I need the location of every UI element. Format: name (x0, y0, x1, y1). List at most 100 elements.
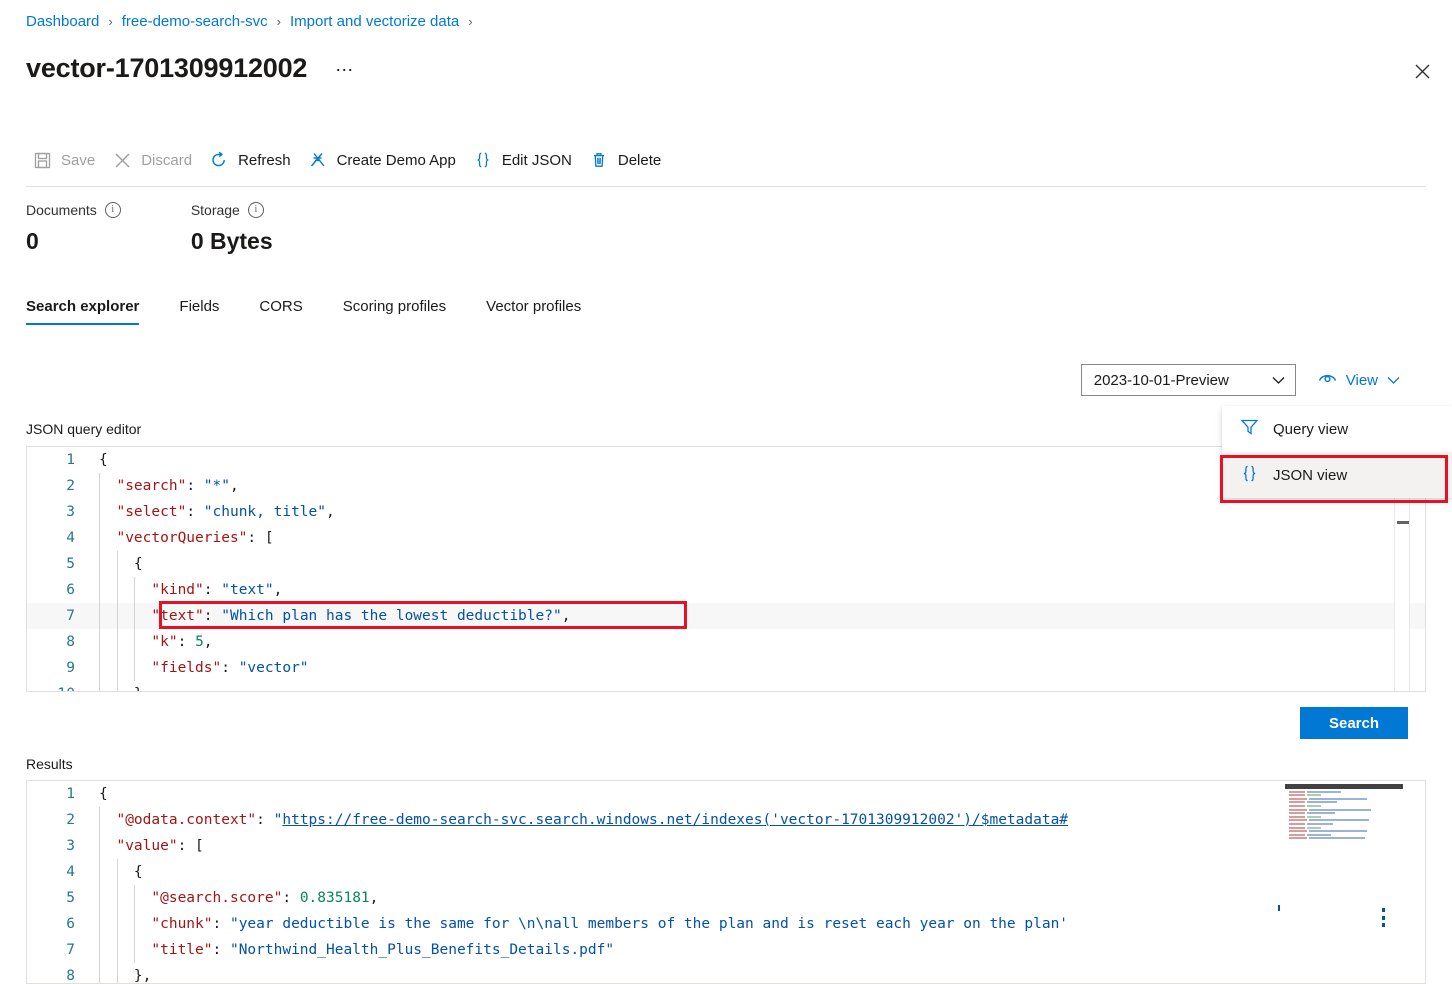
indent-guide (99, 655, 100, 681)
menu-item-query-view[interactable]: Query view (1222, 406, 1452, 452)
token-punct: }, (133, 968, 152, 984)
edit-json-button[interactable]: Edit JSON (467, 146, 583, 174)
minimap-line (1289, 797, 1307, 800)
minimap-line (1289, 826, 1305, 829)
token-punct: : (282, 890, 300, 906)
minimap-line (1307, 833, 1331, 836)
minimap-line (1307, 790, 1341, 793)
minimap-line (1289, 819, 1307, 822)
code-line: 9 "fields": "vector" (27, 655, 1425, 681)
line-number: 5 (66, 890, 75, 906)
token-key: "select" (116, 504, 187, 520)
view-menu-button[interactable]: View (1318, 371, 1400, 389)
indent-guide (99, 885, 100, 911)
more-options-button[interactable]: ⋯ (329, 61, 359, 79)
minimap-line (1307, 801, 1337, 804)
discard-button-label: Discard (141, 151, 193, 169)
info-icon[interactable]: i (104, 202, 121, 218)
token-punct: , (369, 890, 379, 906)
close-button[interactable] (1406, 55, 1438, 87)
minimap-marker (1382, 908, 1385, 912)
code-line: 3 "value": [ (27, 833, 1425, 859)
minimap-line (1289, 823, 1305, 825)
breadcrumb: Dashboard › free-demo-search-svc › Impor… (26, 13, 482, 30)
code-content: "@odata.context": "https://free-demo-sea… (89, 807, 1068, 833)
tab-fields[interactable]: Fields (159, 294, 239, 325)
token-punct: } (134, 686, 143, 691)
view-menu-button-label: View (1345, 371, 1378, 389)
token-str: "Northwind_Health_Plus_Benefits_Details.… (229, 942, 615, 958)
code-line: 1{ (27, 781, 1425, 807)
breadcrumb-item-service[interactable]: free-demo-search-svc (122, 13, 268, 30)
token-link[interactable]: https://free-demo-search-svc.search.wind… (282, 812, 1068, 828)
code-line: 2 "@odata.context": "https://free-demo-s… (27, 807, 1425, 833)
line-number: 8 (66, 968, 75, 984)
search-button[interactable]: Search (1300, 707, 1408, 739)
results-minimap[interactable] (1283, 781, 1403, 983)
indent-guide (99, 911, 100, 937)
minimap-line (1307, 823, 1333, 825)
token-key: "value" (116, 838, 178, 854)
create-demo-app-button[interactable]: Create Demo App (302, 146, 467, 174)
results-scroll-thumb[interactable] (1285, 784, 1403, 789)
indent-guide (116, 603, 118, 629)
code-content: "k": 5, (89, 629, 213, 655)
minimap-line (1309, 830, 1367, 833)
code-line: 5 { (27, 551, 1425, 577)
token-key: "k" (151, 634, 178, 650)
code-line: 3 "select": "chunk, title", (27, 499, 1425, 525)
indent-guide (116, 681, 118, 691)
minimap-line (1307, 794, 1321, 797)
discard-button[interactable]: Discard (106, 146, 203, 174)
results-label: Results (26, 756, 73, 772)
indent-guide (116, 911, 118, 937)
indent-guide (116, 963, 118, 983)
refresh-icon (209, 150, 229, 170)
indent-guide (134, 885, 135, 911)
code-line: 6 "chunk": "year deductible is the same … (27, 911, 1425, 937)
line-number: 4 (66, 864, 75, 880)
minimap-marker (1382, 916, 1385, 920)
query-editor-scroll-thumb[interactable] (1397, 521, 1409, 524)
refresh-button[interactable]: Refresh (203, 146, 302, 174)
line-number: 2 (66, 812, 75, 828)
indent-guide (99, 963, 100, 983)
view-menu: Query view JSON view (1222, 406, 1452, 498)
tab-scoring-profiles[interactable]: Scoring profiles (323, 294, 466, 325)
chevron-down-icon (1387, 372, 1400, 389)
info-icon[interactable]: i (247, 202, 264, 218)
token-key: "search" (116, 478, 187, 494)
token-num: 0.835181 (299, 890, 370, 906)
stat-documents-label: Documents (26, 202, 97, 218)
minimap-line (1307, 805, 1321, 807)
tab-cors[interactable]: CORS (239, 294, 322, 325)
eye-icon (1318, 371, 1337, 389)
line-number: 7 (66, 942, 75, 958)
minimap-line (1289, 815, 1305, 818)
refresh-button-label: Refresh (238, 151, 291, 169)
token-key: "vectorQueries" (116, 530, 248, 546)
tab-vector-profiles[interactable]: Vector profiles (466, 294, 601, 325)
api-version-dropdown[interactable]: 2023-10-01-Preview (1080, 364, 1296, 396)
indent-guide (99, 629, 100, 655)
pivot-tabs: Search explorer Fields CORS Scoring prof… (26, 294, 601, 325)
results-editor[interactable]: 1{2 "@odata.context": "https://free-demo… (26, 780, 1426, 984)
token-key: "text" (151, 608, 204, 624)
save-button[interactable]: Save (26, 146, 106, 174)
indent-guide (99, 473, 100, 499)
breadcrumb-item-import-vectorize[interactable]: Import and vectorize data (290, 13, 459, 30)
editor-toolbar: 2023-10-01-Preview View (1080, 364, 1400, 396)
indent-guide (99, 551, 100, 577)
menu-item-json-view[interactable]: JSON view (1222, 452, 1452, 498)
minimap-line (1289, 808, 1307, 811)
delete-button[interactable]: Delete (583, 146, 672, 174)
tab-search-explorer[interactable]: Search explorer (26, 294, 159, 325)
json-query-editor[interactable]: 1{2 "search": "*", 3 "select": "chunk, ti… (26, 446, 1426, 692)
minimap-line (1289, 801, 1305, 804)
indent-guide (99, 499, 100, 525)
indent-guide (99, 577, 100, 603)
token-key: "fields" (151, 660, 222, 676)
breadcrumb-item-dashboard[interactable]: Dashboard (26, 13, 99, 30)
line-number: 1 (66, 786, 75, 802)
indent-guide (116, 859, 118, 885)
